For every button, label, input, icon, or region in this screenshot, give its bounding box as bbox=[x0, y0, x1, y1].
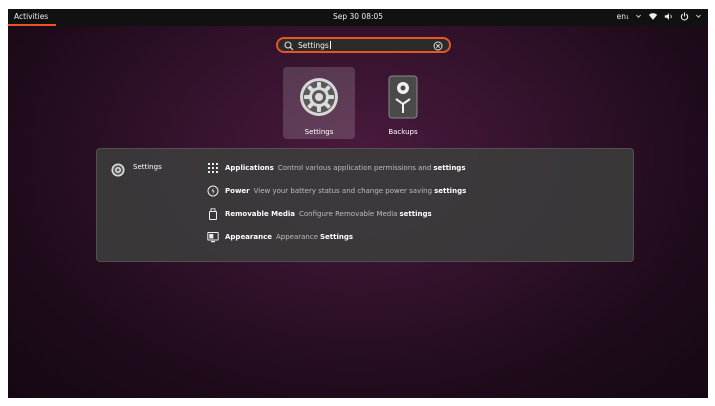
result-item-appearance[interactable]: Appearance Appearance Settings bbox=[207, 230, 353, 244]
result-item-power[interactable]: Power View your battery status and chang… bbox=[207, 184, 466, 198]
system-tray[interactable]: en₁ bbox=[617, 12, 702, 21]
result-highlight: Settings bbox=[320, 233, 354, 241]
clock[interactable]: Sep 30 08:05 bbox=[8, 12, 708, 21]
settings-gear-icon bbox=[111, 163, 125, 177]
power-icon[interactable] bbox=[680, 12, 689, 21]
chevron-down-icon[interactable] bbox=[635, 13, 642, 20]
result-item-applications[interactable]: Applications Control various application… bbox=[207, 161, 465, 175]
app-tile-settings[interactable]: Settings bbox=[283, 67, 355, 139]
search-input[interactable]: Settings bbox=[298, 41, 331, 50]
desktop-overview: Activities Sep 30 08:05 en₁ Settings Set… bbox=[8, 9, 708, 398]
result-description: View your battery status and change powe… bbox=[253, 187, 433, 195]
search-results-panel: Settings Applications Control various ap… bbox=[96, 148, 634, 262]
search-entry[interactable]: Settings bbox=[276, 37, 451, 53]
language-indicator[interactable]: en₁ bbox=[617, 12, 629, 21]
result-description: Control various application permissions … bbox=[277, 164, 432, 172]
appearance-icon bbox=[207, 232, 219, 243]
result-highlight: settings bbox=[399, 210, 432, 218]
result-item-removable-media[interactable]: Removable Media Configure Removable Medi… bbox=[207, 207, 432, 221]
result-title: Power bbox=[225, 187, 250, 195]
volume-icon[interactable] bbox=[664, 12, 674, 21]
search-query: Settings bbox=[298, 41, 329, 50]
app-tile-backups[interactable]: Backups bbox=[367, 67, 439, 139]
activities-indicator bbox=[8, 24, 56, 26]
grid-icon bbox=[208, 163, 218, 173]
result-title: Removable Media bbox=[225, 210, 295, 218]
top-bar: Activities Sep 30 08:05 en₁ bbox=[8, 9, 708, 26]
result-title: Applications bbox=[225, 164, 274, 172]
search-icon bbox=[284, 41, 294, 51]
result-highlight: settings bbox=[433, 164, 466, 172]
app-label: Backups bbox=[388, 128, 418, 136]
clear-icon[interactable] bbox=[433, 41, 443, 51]
removable-media-icon bbox=[209, 208, 217, 220]
backups-icon bbox=[388, 75, 418, 119]
result-description: Configure Removable Media bbox=[298, 210, 398, 218]
chevron-down-icon[interactable] bbox=[695, 13, 702, 20]
app-label: Settings bbox=[304, 128, 334, 136]
text-caret bbox=[329, 41, 331, 49]
result-title: Appearance bbox=[225, 233, 272, 241]
result-description: Appearance bbox=[275, 233, 318, 241]
result-highlight: settings bbox=[434, 187, 467, 195]
wifi-icon[interactable] bbox=[648, 12, 658, 21]
power-circle-icon bbox=[207, 185, 219, 197]
provider-name[interactable]: Settings bbox=[133, 163, 162, 171]
settings-gear-icon bbox=[300, 78, 338, 116]
